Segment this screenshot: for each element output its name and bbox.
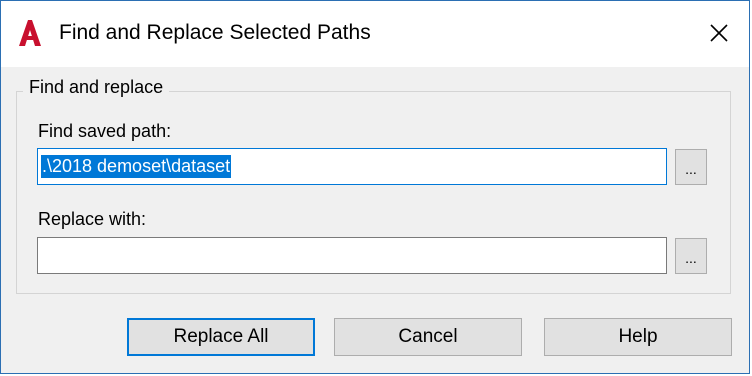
cancel-button[interactable]: Cancel xyxy=(334,318,522,356)
title-bar: Find and Replace Selected Paths xyxy=(1,1,749,67)
find-saved-path-label: Find saved path: xyxy=(38,121,172,141)
replace-browse-button[interactable]: ... xyxy=(675,238,707,274)
replace-with-input[interactable] xyxy=(37,237,667,274)
replace-all-button[interactable]: Replace All xyxy=(127,318,315,356)
find-saved-path-input[interactable]: .\2018 demoset\dataset xyxy=(37,148,667,185)
help-button[interactable]: Help xyxy=(544,318,732,356)
window-title: Find and Replace Selected Paths xyxy=(59,21,371,44)
close-icon[interactable] xyxy=(703,17,735,49)
autocad-a-icon xyxy=(19,20,41,46)
find-replace-dialog: Find and Replace Selected Paths Find and… xyxy=(0,0,750,374)
replace-with-label: Replace with: xyxy=(38,209,147,229)
find-saved-path-value: .\2018 demoset\dataset xyxy=(41,155,232,178)
group-title: Find and replace xyxy=(23,77,170,98)
find-browse-button[interactable]: ... xyxy=(675,149,707,185)
